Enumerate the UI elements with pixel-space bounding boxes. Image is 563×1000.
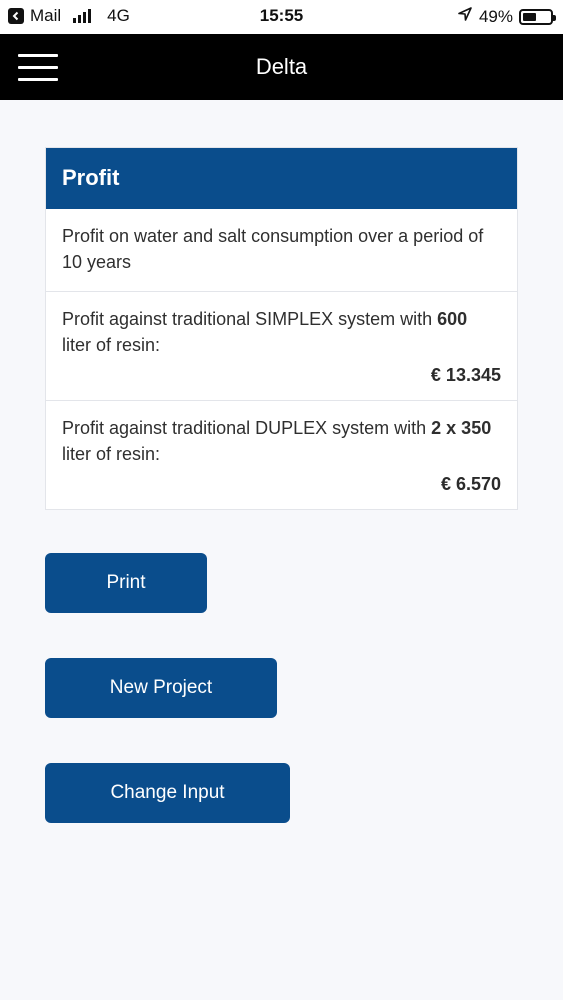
duplex-profit-amount: € 6.570: [440, 474, 501, 494]
page-title: Delta: [255, 54, 308, 79]
status-right: 49%: [457, 6, 556, 27]
duplex-text-suffix: liter of resin:: [62, 444, 161, 464]
simplex-profit-row: Profit against traditional SIMPLEX syste…: [46, 291, 517, 400]
profit-card: Profit Profit on water and salt consumpt…: [45, 147, 518, 510]
duplex-profit-row: Profit against traditional DUPLEX system…: [46, 400, 517, 509]
simplex-text-suffix: liter of resin:: [62, 335, 161, 355]
simplex-profit-amount: € 13.345: [430, 365, 501, 385]
duplex-description: Profit against traditional DUPLEX system…: [62, 415, 501, 467]
profit-intro: Profit on water and salt consumption ove…: [62, 226, 484, 272]
location-arrow-icon: [457, 6, 473, 27]
nav-bar: Delta: [0, 34, 563, 100]
battery-fill: [523, 12, 536, 21]
change-input-button[interactable]: Change Input: [45, 763, 290, 823]
new-project-button[interactable]: New Project: [45, 658, 277, 718]
battery-percent: 49%: [478, 6, 513, 26]
battery-nub: [553, 14, 556, 21]
battery-icon: [519, 8, 556, 25]
simplex-text-prefix: Profit against traditional SIMPLEX syste…: [62, 309, 438, 329]
simplex-resin-volume: 600: [437, 309, 468, 329]
profit-card-header: Profit: [46, 148, 517, 209]
simplex-description: Profit against traditional SIMPLEX syste…: [62, 306, 501, 358]
duplex-resin-volume: 2 x 350: [431, 418, 492, 438]
duplex-text-prefix: Profit against traditional DUPLEX system…: [62, 418, 432, 438]
print-button[interactable]: Print: [45, 553, 207, 613]
status-bar: Mail 4G 15:55 49%: [0, 0, 563, 34]
